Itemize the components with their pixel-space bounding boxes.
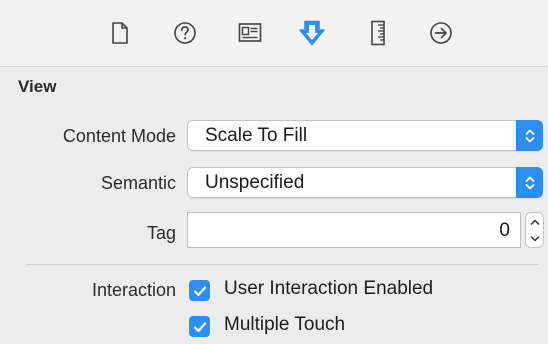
content-mode-popup[interactable]: Scale To Fill bbox=[187, 120, 543, 151]
help-icon bbox=[174, 22, 196, 44]
inspector-tab-bar bbox=[0, 0, 548, 67]
multiple-touch-checkbox[interactable] bbox=[189, 316, 210, 337]
attributes-inspector: View Content Mode Scale To Fill Semantic… bbox=[0, 0, 548, 344]
popup-arrows-icon bbox=[516, 120, 543, 151]
chevron-up-icon bbox=[530, 219, 539, 225]
tag-value: 0 bbox=[499, 220, 510, 241]
stepper-up-button[interactable] bbox=[526, 213, 543, 230]
tag-field[interactable]: 0 bbox=[187, 212, 521, 248]
interaction-label: Interaction bbox=[91, 280, 176, 300]
section-divider bbox=[26, 264, 538, 265]
file-icon bbox=[112, 22, 128, 44]
file-inspector-tab[interactable] bbox=[106, 19, 134, 47]
multiple-touch-label[interactable]: Multiple Touch bbox=[224, 314, 345, 336]
semantic-value: Unspecified bbox=[205, 172, 305, 193]
identity-icon bbox=[238, 23, 262, 42]
tag-label: Tag bbox=[146, 223, 176, 243]
chevron-down-icon bbox=[530, 235, 539, 241]
popup-arrows-icon bbox=[516, 167, 543, 198]
content-mode-value: Scale To Fill bbox=[205, 125, 308, 146]
size-inspector-tab[interactable] bbox=[364, 19, 392, 47]
semantic-label: Semantic bbox=[100, 173, 176, 193]
identity-inspector-tab[interactable] bbox=[236, 19, 264, 47]
section-title: View bbox=[18, 77, 57, 96]
connections-icon bbox=[430, 22, 452, 44]
semantic-popup[interactable]: Unspecified bbox=[187, 167, 543, 198]
connections-inspector-tab[interactable] bbox=[427, 19, 455, 47]
checkmark-icon bbox=[193, 285, 206, 296]
size-icon bbox=[371, 20, 385, 46]
tag-stepper bbox=[525, 212, 544, 248]
checkmark-icon bbox=[193, 321, 206, 332]
user-interaction-checkbox[interactable] bbox=[189, 280, 210, 301]
quick-help-tab[interactable] bbox=[171, 19, 199, 47]
content-mode-label: Content Mode bbox=[62, 126, 176, 146]
user-interaction-label[interactable]: User Interaction Enabled bbox=[224, 278, 433, 300]
stepper-down-button[interactable] bbox=[526, 230, 543, 247]
attributes-inspector-tab[interactable] bbox=[298, 19, 326, 47]
attributes-icon bbox=[299, 20, 325, 46]
